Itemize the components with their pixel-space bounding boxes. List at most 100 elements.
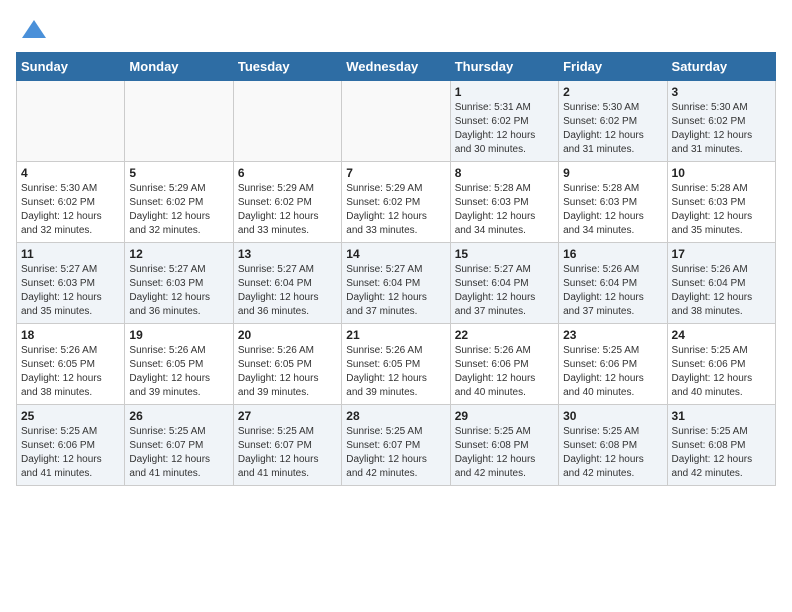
day-info: Sunrise: 5:27 AMSunset: 6:03 PMDaylight:… (21, 263, 120, 319)
day-info: Sunrise: 5:25 AMSunset: 6:06 PMDaylight:… (672, 344, 771, 400)
day-number: 31 (672, 409, 771, 423)
week-row-2: 4Sunrise: 5:30 AMSunset: 6:02 PMDaylight… (17, 162, 776, 243)
calendar-cell (125, 81, 233, 162)
calendar-cell: 3 Sunrise: 5:30 AMSunset: 6:02 PMDaylight… (667, 81, 775, 162)
day-number: 22 (455, 328, 554, 342)
day-number: 27 (238, 409, 337, 423)
day-number: 4 (21, 166, 120, 180)
day-number: 23 (563, 328, 662, 342)
weekday-header-wednesday: Wednesday (342, 53, 450, 81)
day-info: Sunrise: 5:26 AMSunset: 6:05 PMDaylight:… (21, 344, 120, 400)
calendar-cell: 8Sunrise: 5:28 AMSunset: 6:03 PMDaylight… (450, 162, 558, 243)
calendar-cell: 21Sunrise: 5:26 AMSunset: 6:05 PMDayligh… (342, 324, 450, 405)
day-info: Sunrise: 5:25 AMSunset: 6:07 PMDaylight:… (238, 425, 337, 481)
day-number: 8 (455, 166, 554, 180)
calendar-cell: 20 Sunrise: 5:26 AMSunset: 6:05 PMDayligh… (233, 324, 341, 405)
calendar-cell: 28 Sunrise: 5:25 AMSunset: 6:07 PMDayligh… (342, 405, 450, 486)
week-row-5: 25 Sunrise: 5:25 AMSunset: 6:06 PMDayligh… (17, 405, 776, 486)
day-number: 6 (238, 166, 337, 180)
day-number: 10 (672, 166, 771, 180)
day-number: 5 (129, 166, 228, 180)
day-number: 24 (672, 328, 771, 342)
weekday-header-saturday: Saturday (667, 53, 775, 81)
day-number: 18 (21, 328, 120, 342)
calendar-body: 1 Sunrise: 5:31 AMSunset: 6:02 PMDaylight… (17, 81, 776, 486)
day-number: 11 (21, 247, 120, 261)
day-number: 25 (21, 409, 120, 423)
day-info: Sunrise: 5:26 AMSunset: 6:05 PMDaylight:… (346, 344, 445, 400)
day-number: 2 (563, 85, 662, 99)
calendar-header: SundayMondayTuesdayWednesdayThursdayFrid… (17, 53, 776, 81)
day-info: Sunrise: 5:25 AMSunset: 6:08 PMDaylight:… (455, 425, 554, 481)
day-number: 20 (238, 328, 337, 342)
day-number: 12 (129, 247, 228, 261)
day-number: 7 (346, 166, 445, 180)
day-number: 17 (672, 247, 771, 261)
day-info: Sunrise: 5:28 AMSunset: 6:03 PMDaylight:… (672, 182, 771, 238)
day-number: 29 (455, 409, 554, 423)
calendar-cell: 25 Sunrise: 5:25 AMSunset: 6:06 PMDayligh… (17, 405, 125, 486)
calendar-cell: 24 Sunrise: 5:25 AMSunset: 6:06 PMDayligh… (667, 324, 775, 405)
week-row-4: 18 Sunrise: 5:26 AMSunset: 6:05 PMDayligh… (17, 324, 776, 405)
weekday-header-monday: Monday (125, 53, 233, 81)
day-number: 9 (563, 166, 662, 180)
day-info: Sunrise: 5:25 AMSunset: 6:08 PMDaylight:… (563, 425, 662, 481)
calendar-cell: 17Sunrise: 5:26 AMSunset: 6:04 PMDayligh… (667, 243, 775, 324)
day-number: 19 (129, 328, 228, 342)
calendar-cell: 6Sunrise: 5:29 AMSunset: 6:02 PMDaylight… (233, 162, 341, 243)
calendar-cell: 19Sunrise: 5:26 AMSunset: 6:05 PMDayligh… (125, 324, 233, 405)
calendar-cell: 11 Sunrise: 5:27 AMSunset: 6:03 PMDayligh… (17, 243, 125, 324)
calendar-cell: 15 Sunrise: 5:27 AMSunset: 6:04 PMDayligh… (450, 243, 558, 324)
calendar-cell: 16 Sunrise: 5:26 AMSunset: 6:04 PMDayligh… (559, 243, 667, 324)
day-info: Sunrise: 5:27 AMSunset: 6:04 PMDaylight:… (238, 263, 337, 319)
day-info: Sunrise: 5:25 AMSunset: 6:07 PMDaylight:… (129, 425, 228, 481)
day-info: Sunrise: 5:29 AMSunset: 6:02 PMDaylight:… (129, 182, 228, 238)
day-number: 13 (238, 247, 337, 261)
calendar-cell: 13 Sunrise: 5:27 AMSunset: 6:04 PMDayligh… (233, 243, 341, 324)
day-number: 26 (129, 409, 228, 423)
day-number: 3 (672, 85, 771, 99)
calendar-cell: 26 Sunrise: 5:25 AMSunset: 6:07 PMDayligh… (125, 405, 233, 486)
day-info: Sunrise: 5:31 AMSunset: 6:02 PMDaylight:… (455, 101, 554, 157)
day-number: 28 (346, 409, 445, 423)
weekday-header-friday: Friday (559, 53, 667, 81)
day-info: Sunrise: 5:25 AMSunset: 6:06 PMDaylight:… (563, 344, 662, 400)
day-info: Sunrise: 5:28 AMSunset: 6:03 PMDaylight:… (563, 182, 662, 238)
day-info: Sunrise: 5:26 AMSunset: 6:05 PMDaylight:… (238, 344, 337, 400)
week-row-1: 1 Sunrise: 5:31 AMSunset: 6:02 PMDaylight… (17, 81, 776, 162)
calendar-cell (233, 81, 341, 162)
day-info: Sunrise: 5:30 AMSunset: 6:02 PMDaylight:… (672, 101, 771, 157)
calendar-cell: 7 Sunrise: 5:29 AMSunset: 6:02 PMDaylight… (342, 162, 450, 243)
day-number: 30 (563, 409, 662, 423)
day-number: 16 (563, 247, 662, 261)
day-info: Sunrise: 5:27 AMSunset: 6:04 PMDaylight:… (455, 263, 554, 319)
calendar-cell (17, 81, 125, 162)
calendar-cell: 14 Sunrise: 5:27 AMSunset: 6:04 PMDayligh… (342, 243, 450, 324)
day-info: Sunrise: 5:27 AMSunset: 6:04 PMDaylight:… (346, 263, 445, 319)
calendar-cell: 27 Sunrise: 5:25 AMSunset: 6:07 PMDayligh… (233, 405, 341, 486)
calendar-cell: 30 Sunrise: 5:25 AMSunset: 6:08 PMDayligh… (559, 405, 667, 486)
weekday-header-thursday: Thursday (450, 53, 558, 81)
calendar-cell: 31 Sunrise: 5:25 AMSunset: 6:08 PMDayligh… (667, 405, 775, 486)
calendar-cell: 2Sunrise: 5:30 AMSunset: 6:02 PMDaylight… (559, 81, 667, 162)
day-info: Sunrise: 5:29 AMSunset: 6:02 PMDaylight:… (346, 182, 445, 238)
calendar-cell: 10 Sunrise: 5:28 AMSunset: 6:03 PMDayligh… (667, 162, 775, 243)
day-info: Sunrise: 5:27 AMSunset: 6:03 PMDaylight:… (129, 263, 228, 319)
day-info: Sunrise: 5:25 AMSunset: 6:08 PMDaylight:… (672, 425, 771, 481)
day-number: 1 (455, 85, 554, 99)
calendar-cell: 29 Sunrise: 5:25 AMSunset: 6:08 PMDayligh… (450, 405, 558, 486)
logo-icon (20, 16, 48, 44)
calendar-cell: 5 Sunrise: 5:29 AMSunset: 6:02 PMDaylight… (125, 162, 233, 243)
logo (16, 16, 48, 44)
page-header (16, 16, 776, 44)
weekday-header-sunday: Sunday (17, 53, 125, 81)
day-info: Sunrise: 5:26 AMSunset: 6:04 PMDaylight:… (563, 263, 662, 319)
day-info: Sunrise: 5:25 AMSunset: 6:07 PMDaylight:… (346, 425, 445, 481)
day-number: 14 (346, 247, 445, 261)
day-info: Sunrise: 5:26 AMSunset: 6:06 PMDaylight:… (455, 344, 554, 400)
day-info: Sunrise: 5:25 AMSunset: 6:06 PMDaylight:… (21, 425, 120, 481)
day-number: 15 (455, 247, 554, 261)
calendar-cell: 4Sunrise: 5:30 AMSunset: 6:02 PMDaylight… (17, 162, 125, 243)
week-row-3: 11 Sunrise: 5:27 AMSunset: 6:03 PMDayligh… (17, 243, 776, 324)
calendar-cell: 1 Sunrise: 5:31 AMSunset: 6:02 PMDaylight… (450, 81, 558, 162)
